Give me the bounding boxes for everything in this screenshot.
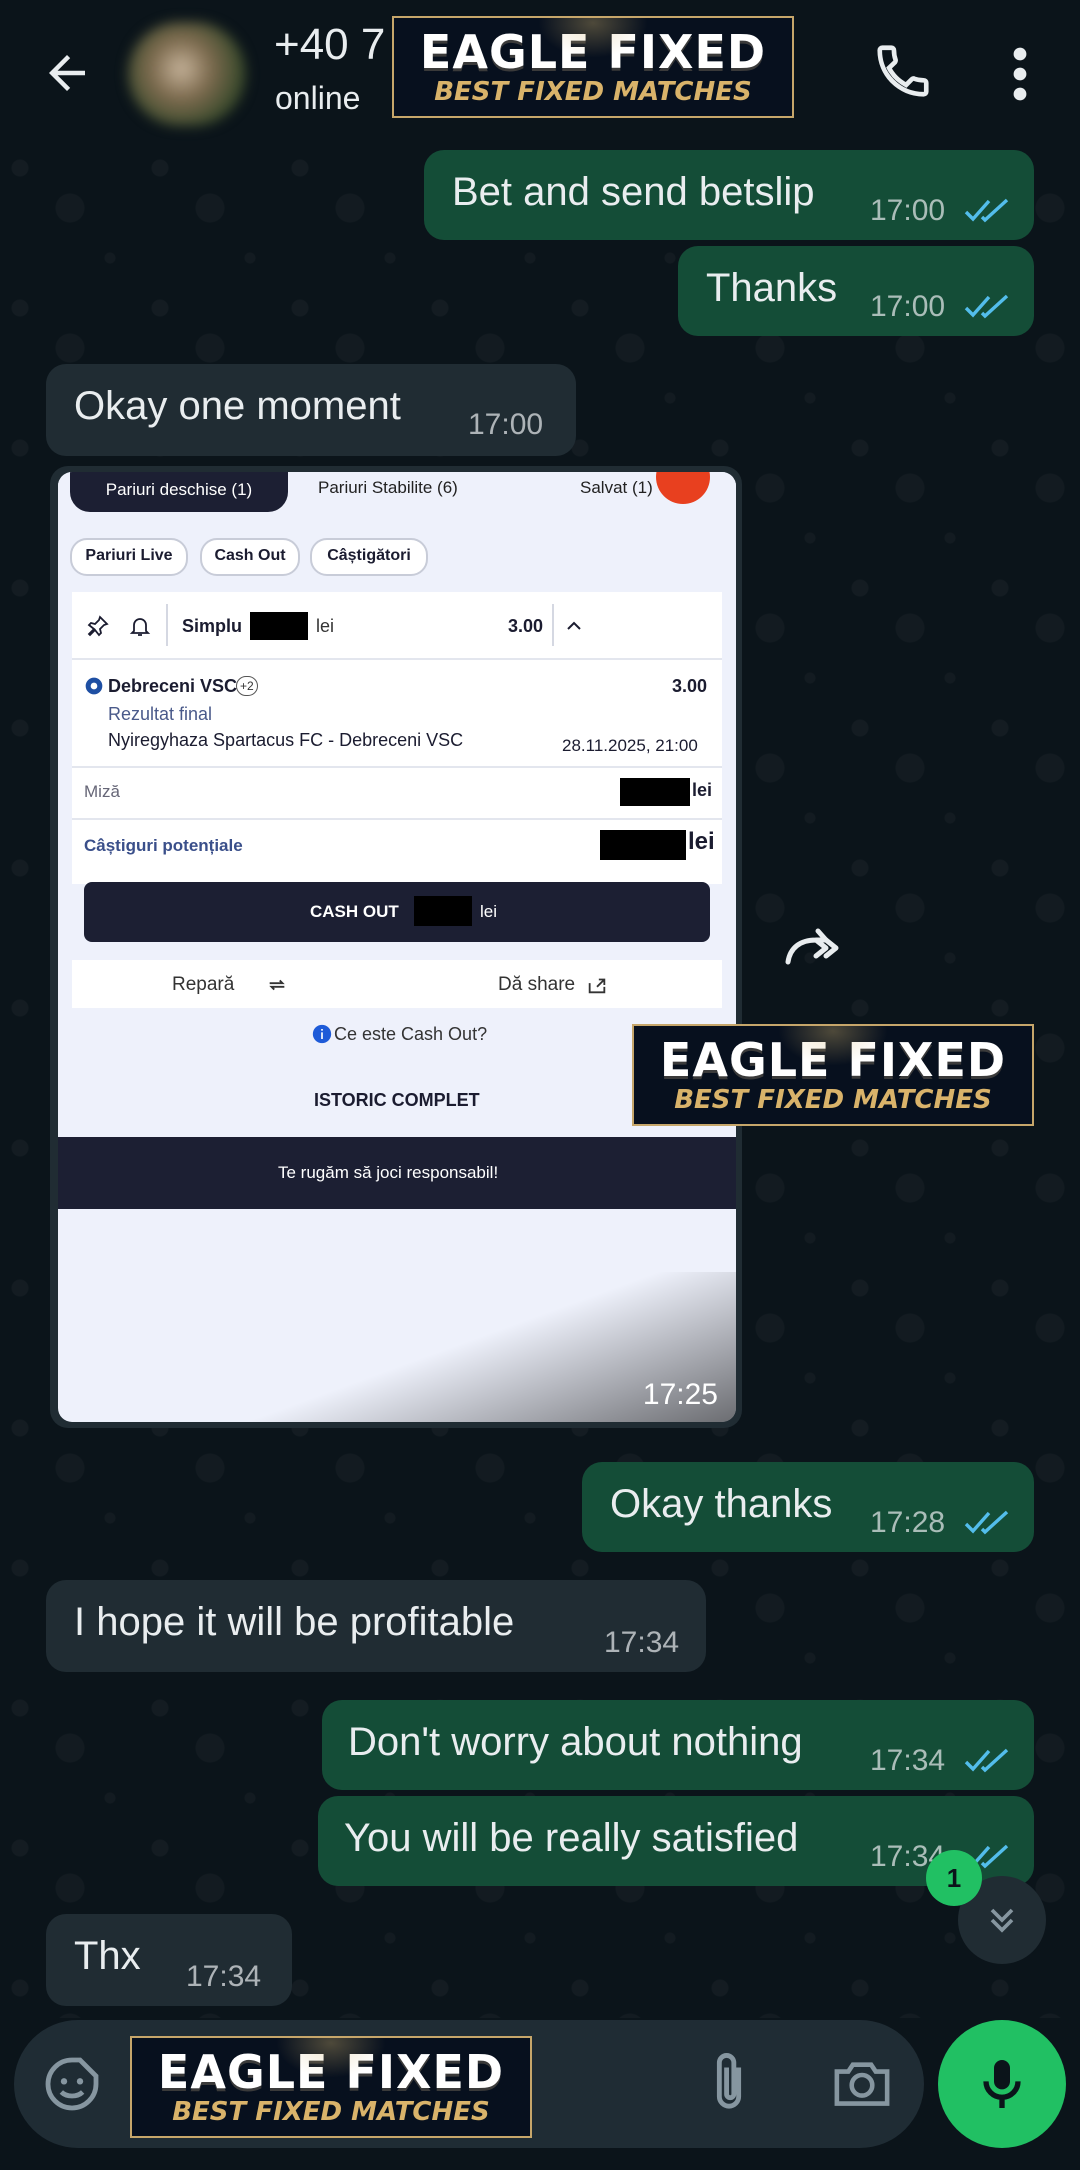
share-icon xyxy=(588,978,606,994)
message-incoming[interactable]: Okay one moment 17:00 xyxy=(46,364,576,456)
unread-count-badge: 1 xyxy=(926,1850,982,1906)
responsible-gaming-bar: Te rugăm să joci responsabil! xyxy=(58,1137,736,1209)
paperclip-icon[interactable] xyxy=(700,2048,758,2116)
message-time: 17:34 xyxy=(604,1626,680,1659)
eagle-fixed-logo: EAGLE FIXED BEST FIXED MATCHES xyxy=(130,2036,532,2138)
image-shadow xyxy=(58,1272,736,1422)
chip-winners: Câștigători xyxy=(310,538,428,576)
team-name: Debreceni VSC xyxy=(108,676,238,696)
potential-winnings-label: Câștiguri potențiale xyxy=(84,836,243,855)
stake-label: Miză xyxy=(84,782,120,801)
message-time: 17:34 xyxy=(186,1960,262,1993)
message-time: 17:25 xyxy=(642,1378,718,1411)
currency-label: lei xyxy=(316,616,335,636)
message-incoming[interactable]: I hope it will be profitable 17:34 xyxy=(46,1580,706,1672)
message-text: Okay one moment xyxy=(74,384,401,428)
message-time: 17:00 xyxy=(468,408,544,441)
read-receipt-icon xyxy=(964,198,1009,223)
pin-icon xyxy=(87,615,109,637)
message-text: Bet and send betslip xyxy=(452,170,815,214)
message-text: Don't worry about nothing xyxy=(348,1720,803,1764)
mic-icon xyxy=(983,2060,1021,2108)
message-outgoing[interactable]: Thanks 17:00 xyxy=(678,246,1034,336)
tab-saved: Salvat (1) xyxy=(580,478,653,497)
repeat-icon xyxy=(269,979,285,991)
repair-label: Repară xyxy=(172,974,235,995)
share-label: Dă share xyxy=(498,974,576,995)
avatar[interactable] xyxy=(128,22,246,126)
read-receipt-icon xyxy=(964,294,1009,319)
bet-card: Simplu lei 3.00 Debreceni VSC +2 3.00 Re… xyxy=(72,592,722,884)
message-outgoing[interactable]: Bet and send betslip 17:00 xyxy=(424,150,1034,240)
match-name: Nyiregyhaza Spartacus FC - Debreceni VSC xyxy=(108,730,464,750)
redacted-cashout-amount xyxy=(414,896,472,926)
read-receipt-icon xyxy=(964,1510,1009,1535)
phone-icon[interactable] xyxy=(872,40,934,102)
message-time: 17:28 xyxy=(870,1506,946,1539)
contact-status: online xyxy=(275,80,361,116)
sticker-icon[interactable] xyxy=(40,2052,104,2116)
message-text: I hope it will be profitable xyxy=(74,1600,515,1644)
bet-actions: Repară Dă share xyxy=(72,960,722,1008)
betslip-tabbar: Pariuri deschise (1) Pariuri Stabilite (… xyxy=(58,472,736,526)
redacted-stake xyxy=(250,612,308,640)
notification-dot xyxy=(656,472,710,504)
message-time: 17:00 xyxy=(870,290,946,323)
contact-name[interactable]: +40 7 xyxy=(274,20,385,70)
team-badge: +2 xyxy=(236,676,258,696)
chip-live-bets: Pariuri Live xyxy=(70,538,188,576)
more-vert-icon[interactable] xyxy=(1000,44,1040,104)
redacted-winnings xyxy=(600,830,686,860)
message-time: 17:34 xyxy=(870,1744,946,1777)
betslip-screenshot[interactable]: Pariuri deschise (1) Pariuri Stabilite (… xyxy=(58,472,736,1422)
redacted-stake-amount xyxy=(620,778,690,806)
match-datetime: 28.11.2025, 21:00 xyxy=(562,736,698,755)
message-text: Thx xyxy=(74,1934,141,1978)
team-crest-icon xyxy=(85,677,103,695)
message-incoming[interactable]: Thx 17:34 xyxy=(46,1914,292,2006)
cash-out-button: CASH OUT lei xyxy=(84,882,710,942)
info-icon xyxy=(312,1024,332,1044)
message-time: 17:00 xyxy=(870,194,946,227)
winnings-currency: lei xyxy=(688,828,715,855)
market-name: Rezultat final xyxy=(108,704,213,724)
stake-currency: lei xyxy=(692,780,713,800)
bell-icon xyxy=(129,618,151,636)
read-receipt-icon xyxy=(964,1748,1009,1773)
message-text: You will be really satisfied xyxy=(344,1816,799,1860)
chevron-double-down-icon xyxy=(990,1908,1014,1933)
total-odds: 3.00 xyxy=(508,616,544,636)
forward-icon[interactable] xyxy=(766,902,856,992)
cashout-info-link: Ce este Cash Out? xyxy=(334,1024,488,1044)
arrow-left-icon[interactable] xyxy=(40,46,94,100)
tab-settled-bets: Pariuri Stabilite (6) xyxy=(318,478,458,497)
selection-odds: 3.00 xyxy=(672,676,708,696)
tab-open-bets: Pariuri deschise (1) xyxy=(70,472,288,512)
chevron-up-icon xyxy=(567,621,581,630)
full-history-link: ISTORIC COMPLET xyxy=(314,1090,480,1110)
camera-icon[interactable] xyxy=(830,2054,894,2112)
eagle-fixed-logo: EAGLE FIXED BEST FIXED MATCHES xyxy=(392,16,794,118)
message-outgoing[interactable]: Don't worry about nothing 17:34 xyxy=(322,1700,1034,1790)
eagle-fixed-logo: EAGLE FIXED BEST FIXED MATCHES xyxy=(632,1024,1034,1126)
chip-cash-out: Cash Out xyxy=(200,538,300,576)
message-text: Thanks xyxy=(706,266,838,310)
bet-type: Simplu xyxy=(182,616,243,636)
message-text: Okay thanks xyxy=(610,1482,833,1526)
message-outgoing[interactable]: Okay thanks 17:28 xyxy=(582,1462,1034,1552)
